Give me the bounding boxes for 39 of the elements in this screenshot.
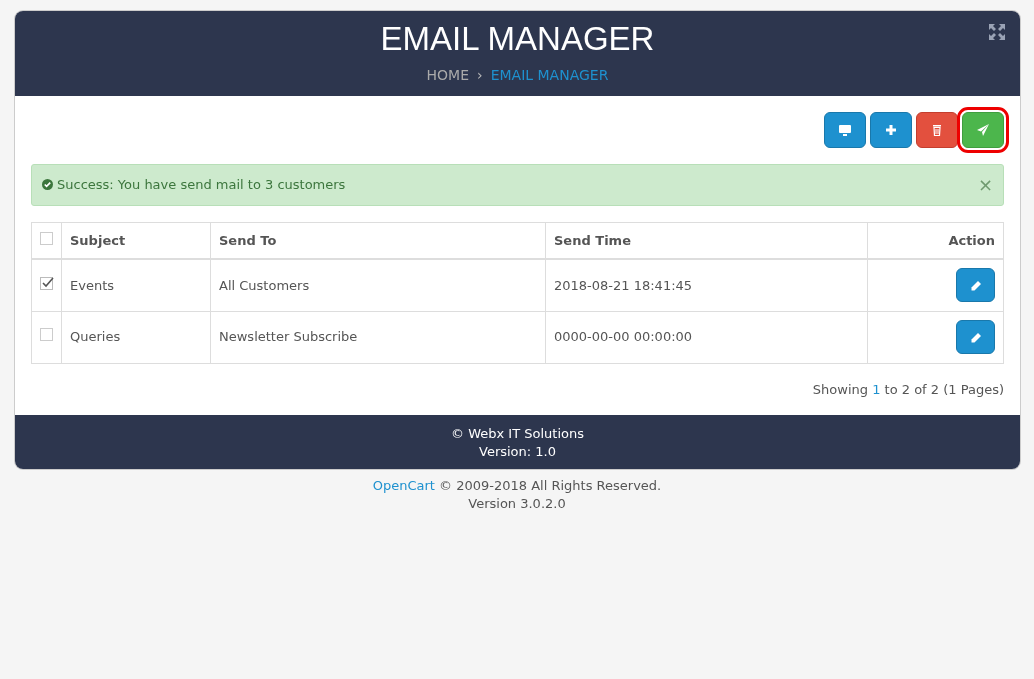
plus-icon xyxy=(884,123,898,137)
column-header: Send Time xyxy=(554,232,631,248)
pencil-icon xyxy=(969,331,982,344)
delete-button[interactable] xyxy=(916,112,958,148)
checkbox[interactable] xyxy=(40,276,53,290)
view-button[interactable] xyxy=(824,112,866,148)
expand-icon[interactable] xyxy=(988,23,1006,41)
breadcrumb-separator: › xyxy=(477,67,483,83)
checkbox[interactable] xyxy=(40,231,53,245)
breadcrumb-link[interactable]: HOME xyxy=(426,67,470,83)
add-button[interactable] xyxy=(870,112,912,148)
pagination-summary: Showing 1 to 2 of 2 (1 Pages) xyxy=(811,380,1004,399)
checkbox[interactable] xyxy=(40,328,53,342)
column-header: Send To xyxy=(219,232,277,248)
trash-icon xyxy=(930,123,944,137)
pencil-icon xyxy=(969,279,982,292)
table-cell: Events xyxy=(70,277,114,293)
table-cell: 2018-08-21 18:41:45 xyxy=(554,277,693,293)
table-cell: 0000-00-00 00:00:00 xyxy=(554,329,693,345)
table-cell: Newsletter Subscribe xyxy=(219,329,358,345)
footer-text: Version: 1.0 xyxy=(478,443,557,461)
table-cell: All Customers xyxy=(219,277,310,293)
table-cell: Queries xyxy=(70,329,121,345)
page-title: EMAIL MANAGER xyxy=(380,19,655,59)
page-link[interactable]: 1 xyxy=(872,381,881,397)
edit-button[interactable] xyxy=(956,268,995,303)
column-header: Subject xyxy=(70,232,126,248)
opencart-link[interactable]: OpenCart xyxy=(372,478,435,493)
copyright-text: OpenCart © 2009-2018 All Rights Reserved. xyxy=(371,477,663,495)
column-header: Action xyxy=(948,232,995,248)
version-text: Version 3.0.2.0 xyxy=(467,495,567,513)
alert-message: Success: You have send mail to 3 customers xyxy=(57,176,346,194)
close-button[interactable]: × xyxy=(977,175,993,194)
paper-plane-icon xyxy=(976,123,990,137)
edit-button[interactable] xyxy=(956,320,995,354)
breadcrumb-link[interactable]: EMAIL MANAGER xyxy=(490,67,609,83)
footer-text: © Webx IT Solutions xyxy=(450,425,585,443)
check-circle-icon xyxy=(42,179,53,191)
monitor-icon xyxy=(838,123,852,137)
